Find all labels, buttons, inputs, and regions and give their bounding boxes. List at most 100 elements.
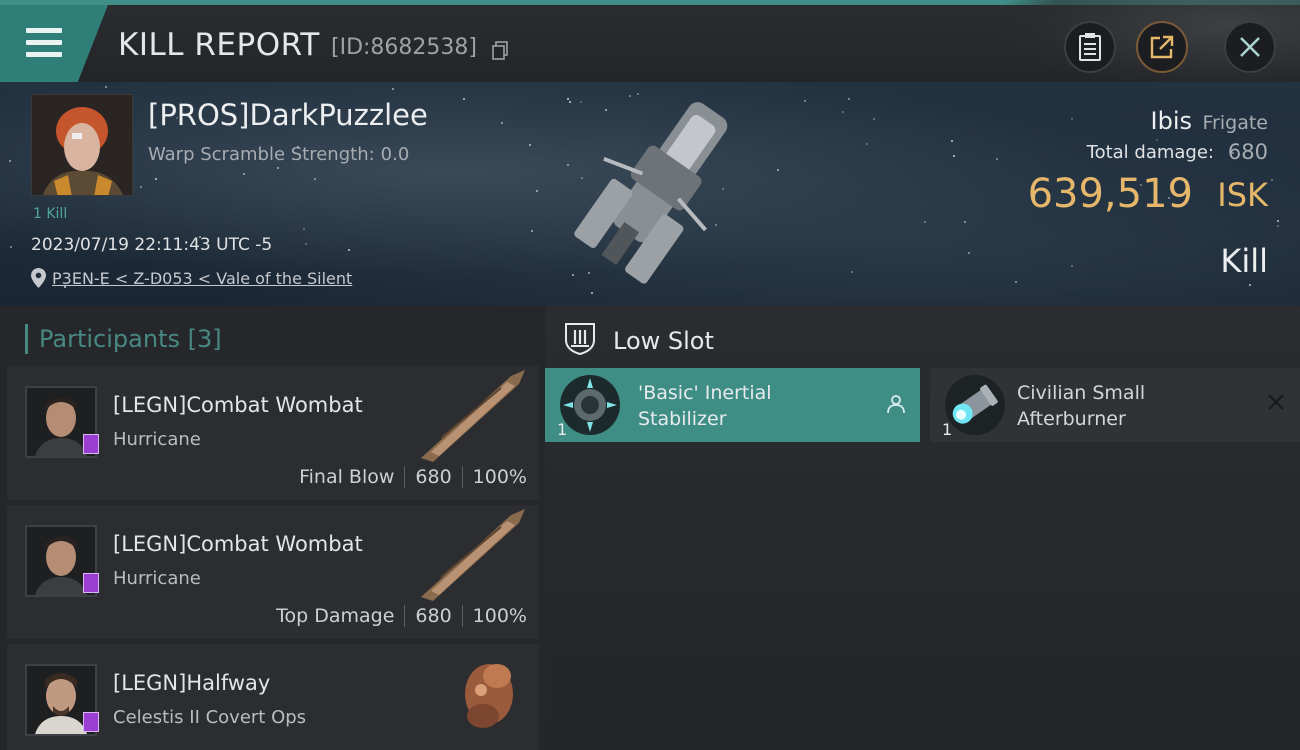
star bbox=[277, 167, 279, 169]
star bbox=[105, 86, 107, 88]
star bbox=[924, 221, 926, 223]
star bbox=[804, 100, 806, 102]
divider bbox=[404, 466, 406, 488]
participant-ship: Celestis II Covert Ops bbox=[113, 707, 307, 728]
participant-name: [LEGN]Combat Wombat bbox=[113, 393, 363, 417]
participant-role: Top Damage bbox=[276, 605, 395, 627]
participant-card[interactable]: [LEGN]Combat Wombat Hurricane Final Blow… bbox=[7, 366, 539, 500]
star bbox=[1271, 179, 1273, 181]
participant-percent: 100% bbox=[472, 466, 527, 488]
star bbox=[1277, 225, 1279, 227]
map-pin-icon bbox=[31, 268, 46, 288]
star bbox=[314, 178, 316, 180]
destroyed-x-icon bbox=[1268, 394, 1284, 410]
location-link[interactable]: P3EN-E < Z-D053 < Vale of the Silent bbox=[31, 268, 352, 288]
star bbox=[536, 190, 538, 192]
module-item[interactable]: 1 'Basic' Inertial Stabilizer bbox=[545, 368, 920, 442]
page-title: KILL REPORT bbox=[118, 27, 320, 63]
participants-panel: Participants [3] [LEGN]Combat Wombat Hur… bbox=[0, 306, 545, 750]
location-text: P3EN-E < Z-D053 < Vale of the Silent bbox=[52, 268, 353, 288]
victim-name: [PROS]DarkPuzzlee bbox=[148, 98, 428, 132]
participant-card[interactable]: [LEGN]Combat Wombat Hurricane Top Damage… bbox=[7, 505, 539, 639]
fitting-panel: Low Slot 1 'Basic' Inertial Stabilizer 1… bbox=[545, 306, 1300, 750]
star bbox=[463, 98, 465, 100]
star bbox=[964, 221, 966, 223]
afterburner-icon bbox=[945, 375, 1005, 435]
corp-role-badge bbox=[83, 712, 99, 732]
inertial-stabilizer-icon bbox=[560, 375, 620, 435]
corp-role-badge bbox=[83, 434, 99, 454]
user-icon bbox=[887, 395, 905, 414]
participant-stats: Final Blow 680 100% bbox=[299, 466, 527, 488]
total-damage-label: Total damage: bbox=[1086, 142, 1214, 163]
participants-count: [3] bbox=[187, 325, 222, 353]
participant-role: Final Blow bbox=[299, 466, 395, 488]
warp-value: 0.0 bbox=[380, 144, 410, 165]
victim-portrait[interactable] bbox=[31, 94, 133, 196]
star bbox=[1156, 139, 1158, 141]
report-button[interactable] bbox=[1064, 21, 1116, 73]
result-label: Kill bbox=[1220, 242, 1268, 280]
star bbox=[851, 271, 853, 273]
participants-header: Participants [3] bbox=[25, 324, 222, 354]
star bbox=[348, 249, 350, 251]
divider bbox=[461, 466, 463, 488]
timestamp: 2023/07/19 22:11:43 UTC -5 bbox=[31, 235, 273, 255]
close-button[interactable] bbox=[1224, 21, 1276, 73]
copy-icon[interactable] bbox=[492, 41, 509, 60]
corp-role-badge bbox=[83, 573, 99, 593]
star bbox=[848, 98, 850, 100]
avatar bbox=[32, 95, 132, 195]
module-quantity: 1 bbox=[557, 420, 568, 439]
star bbox=[529, 144, 531, 146]
isk-unit: ISK bbox=[1217, 176, 1268, 214]
module-quantity: 1 bbox=[942, 420, 953, 439]
victim-ship-class: Frigate bbox=[1202, 112, 1268, 134]
victim-banner: [PROS]DarkPuzzlee Warp Scramble Strength… bbox=[0, 82, 1300, 306]
low-slot-icon bbox=[565, 323, 595, 356]
star bbox=[866, 143, 868, 145]
warp-label: Warp Scramble Strength: bbox=[148, 144, 375, 165]
star bbox=[1249, 284, 1251, 286]
participant-ship-image bbox=[465, 664, 513, 728]
star bbox=[140, 186, 142, 188]
star bbox=[953, 155, 955, 157]
victim-ship-name: Ibis bbox=[1150, 107, 1192, 135]
divider bbox=[461, 605, 463, 627]
star bbox=[305, 243, 307, 245]
star bbox=[243, 173, 245, 175]
participant-card[interactable]: [LEGN]Halfway Celestis II Covert Ops bbox=[7, 644, 539, 750]
star bbox=[968, 252, 970, 254]
star bbox=[531, 230, 533, 232]
star bbox=[842, 111, 844, 113]
hamburger-icon bbox=[26, 28, 62, 64]
participants-label: Participants bbox=[39, 325, 180, 353]
star bbox=[155, 178, 157, 180]
participant-damage: 680 bbox=[415, 605, 452, 627]
isk-value: 639,519 bbox=[1027, 171, 1193, 217]
kill-count: 1 Kill bbox=[33, 206, 68, 222]
star bbox=[777, 169, 779, 171]
participant-ship: Hurricane bbox=[113, 429, 201, 450]
menu-button[interactable] bbox=[0, 5, 108, 82]
module-item[interactable]: 1 Civilian Small Afterburner bbox=[930, 368, 1300, 442]
divider bbox=[404, 605, 406, 627]
top-bar: KILL REPORT [ID:8682538] bbox=[0, 0, 1300, 87]
low-slot-title: Low Slot bbox=[613, 327, 714, 355]
star bbox=[501, 122, 503, 124]
share-button[interactable] bbox=[1136, 21, 1188, 73]
warp-scramble-strength: Warp Scramble Strength: 0.0 bbox=[148, 144, 409, 165]
star bbox=[303, 228, 305, 230]
victim-ship-image bbox=[574, 102, 728, 284]
total-damage-value: 680 bbox=[1227, 140, 1268, 164]
star bbox=[9, 160, 11, 162]
participant-name: [LEGN]Combat Wombat bbox=[113, 532, 363, 556]
star bbox=[951, 140, 953, 142]
module-name-line: Civilian Small bbox=[1017, 382, 1146, 404]
participant-percent: 100% bbox=[472, 605, 527, 627]
star bbox=[1277, 220, 1279, 222]
star bbox=[873, 118, 875, 120]
module-name: Civilian Small Afterburner bbox=[1017, 380, 1217, 432]
kill-id: [ID:8682538] bbox=[331, 35, 477, 60]
module-name-line: 'Basic' Inertial bbox=[638, 382, 772, 404]
